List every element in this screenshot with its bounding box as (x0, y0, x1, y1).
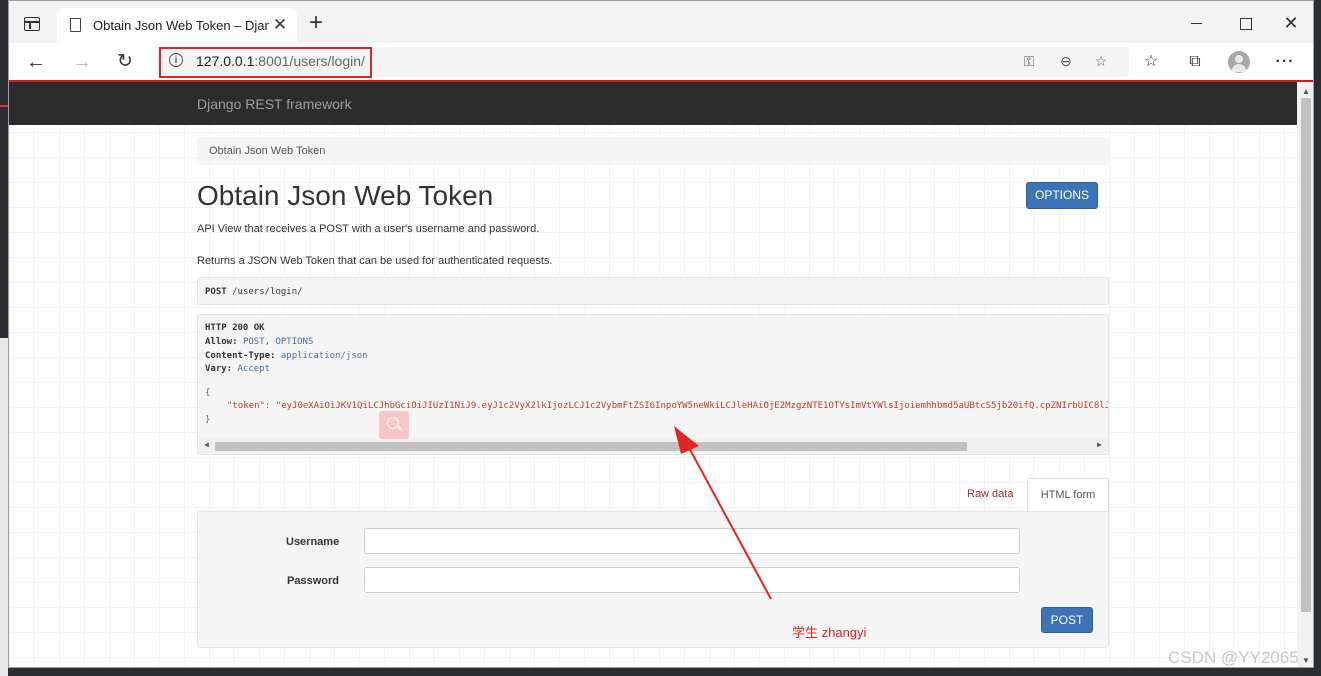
reload-icon[interactable]: ↻ (112, 49, 138, 75)
maximize-button[interactable] (1235, 13, 1255, 33)
url-host: 127.0.0.1 (196, 53, 255, 69)
scroll-left-icon[interactable]: ◀ (204, 440, 209, 449)
scroll-up-icon[interactable]: ▲ (1302, 87, 1310, 96)
allow-value: POST, OPTIONS (242, 337, 314, 347)
password-label: Password (287, 575, 339, 587)
annotation-label: 学生 zhangyi (792, 625, 867, 640)
response-info: HTTP 200 OK Allow: POST, OPTIONS Content… (197, 314, 1109, 455)
vary-value: Accept (237, 364, 271, 374)
collections-icon[interactable]: ⧉ (1184, 51, 1206, 73)
tab-close-icon[interactable]: ✕ (271, 16, 289, 34)
zoom-out-icon[interactable]: ⊖ (1057, 52, 1075, 70)
page-icon (70, 18, 81, 32)
forward-arrow-icon[interactable]: → (69, 49, 95, 75)
login-form: Username Password POST (197, 511, 1109, 648)
vertical-scroll-thumb[interactable] (1301, 98, 1311, 612)
url-text[interactable]: 127.0.0.1:8001/users/login/ (196, 53, 365, 69)
response-allow: Allow: POST, OPTIONS (205, 337, 313, 347)
scroll-down-icon[interactable]: ▼ (1302, 656, 1310, 665)
options-button[interactable]: OPTIONS (1026, 182, 1098, 209)
key-icon[interactable]: ⚿ (1020, 52, 1038, 70)
horizontal-scroll-thumb[interactable] (215, 442, 967, 451)
tab-title: Obtain Json Web Token – Django (93, 18, 269, 33)
scroll-right-icon[interactable]: ▶ (1097, 440, 1102, 449)
content-type-value: application/json (280, 351, 368, 361)
browser-toolbar: ← → ↻ i 127.0.0.1:8001/users/login/ ⚿ ⊖ … (9, 43, 1313, 80)
response-status: HTTP 200 OK (205, 323, 265, 333)
tab-actions-icon[interactable] (24, 17, 40, 31)
backdrop-light-area (0, 338, 8, 676)
request-path: /users/login/ (232, 287, 303, 297)
url-path: :8001/users/login/ (254, 53, 365, 69)
browser-tab[interactable]: Obtain Json Web Token – Django ✕ (57, 8, 297, 43)
drf-brand-link[interactable]: Django REST framework (197, 96, 352, 112)
request-info: POST /users/login/ (197, 277, 1109, 305)
add-favorite-icon[interactable]: ☆ (1092, 52, 1110, 70)
close-window-button[interactable]: ✕ (1281, 13, 1301, 33)
watermark: CSDN @YY2065 (1168, 648, 1299, 667)
post-button[interactable]: POST (1041, 607, 1093, 633)
breadcrumb-item[interactable]: Obtain Json Web Token (209, 145, 325, 157)
response-content-type: Content-Type: application/json (205, 351, 368, 361)
allow-key: Allow: (205, 337, 238, 347)
browser-window: Obtain Json Web Token – Django ✕ + ✕ ← →… (8, 0, 1314, 668)
content-type-key: Content-Type: (205, 351, 276, 361)
request-method: POST (205, 287, 227, 297)
breadcrumb: Obtain Json Web Token (197, 137, 1109, 165)
minimize-button[interactable] (1187, 13, 1207, 33)
tab-raw-data[interactable]: Raw data (967, 488, 1013, 500)
horizontal-scrollbar[interactable]: ◀ ▶ (199, 439, 1107, 453)
vertical-scrollbar[interactable]: ▲ ▼ (1297, 82, 1313, 667)
tab-html-form[interactable]: HTML form (1027, 478, 1109, 512)
favorites-icon[interactable]: ☆ (1140, 51, 1162, 73)
username-field[interactable] (364, 528, 1020, 554)
vary-key: Vary: (205, 364, 233, 374)
back-arrow-icon[interactable]: ← (23, 49, 49, 75)
more-menu-icon[interactable]: ··· (1274, 51, 1296, 73)
response-vary: Vary: Accept (205, 364, 270, 374)
token-key: "token": (227, 401, 271, 411)
description-line-1: API View that receives a POST with a use… (197, 223, 540, 235)
backdrop-red-line (0, 105, 8, 107)
info-icon[interactable]: i (169, 53, 183, 67)
token-value: "eyJ0eXAiOiJKV1QiLCJhbGciOiJIUzI1NiJ9.ey… (275, 401, 1109, 411)
password-field[interactable] (364, 567, 1020, 593)
json-open-brace: { (205, 388, 211, 398)
tab-bar: Obtain Json Web Token – Django ✕ + ✕ (9, 1, 1313, 43)
page-viewport: Django REST framework Obtain Json Web To… (9, 82, 1297, 667)
new-tab-button[interactable]: + (305, 11, 327, 35)
username-label: Username (286, 536, 340, 548)
profile-avatar[interactable] (1228, 51, 1250, 73)
json-close-brace: } (205, 415, 211, 425)
description-line-2: Returns a JSON Web Token that can be use… (197, 255, 553, 267)
page-title: Obtain Json Web Token (197, 180, 494, 211)
search-icon[interactable] (379, 411, 409, 439)
drf-navbar: Django REST framework (9, 82, 1297, 125)
json-token-line: "token": "eyJ0eXAiOiJKV1QiLCJhbGciOiJIUz… (227, 401, 1109, 411)
